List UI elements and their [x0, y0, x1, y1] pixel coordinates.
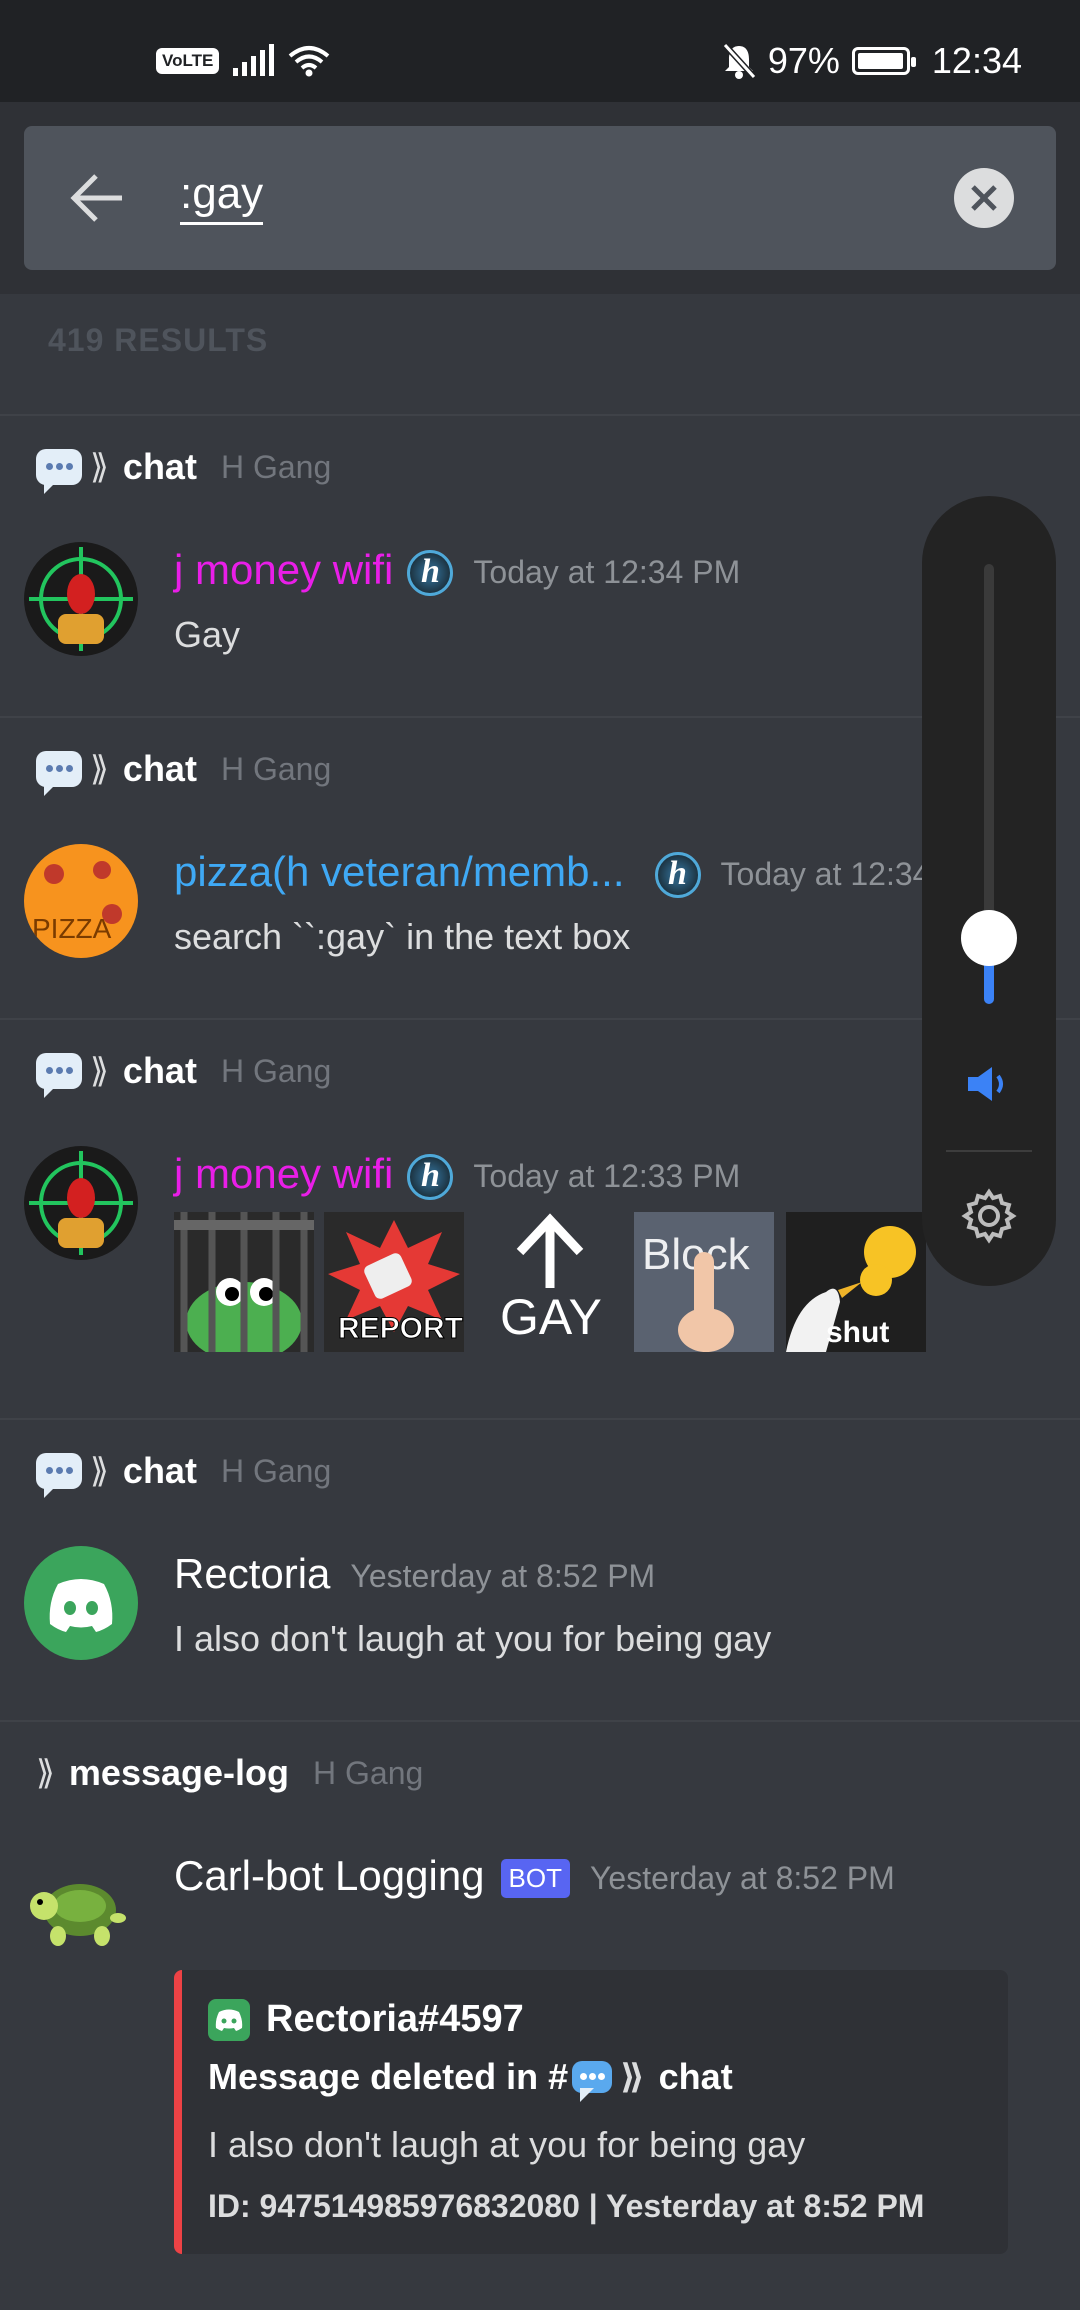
volume-slider-thumb[interactable] — [961, 910, 1017, 966]
channel-name: chat — [122, 1450, 197, 1491]
log-embed: Rectoria#4597 Message deleted in # ⟫ cha… — [174, 1970, 1008, 2254]
author-line: Rectoria Yesterday at 8:52 PM — [174, 1550, 655, 1598]
speaker-icon[interactable] — [966, 1064, 1012, 1104]
embed-title-channel[interactable]: chat — [659, 2056, 733, 2098]
embed-title: Message deleted in # ⟫ chat — [208, 2056, 733, 2102]
author-name[interactable]: pizza(h veteran/memb... — [174, 848, 625, 895]
speech-bubble-icon — [36, 1053, 82, 1098]
volume-divider — [946, 1150, 1032, 1152]
result-channel-header: ⟫ chat H Gang — [36, 1450, 332, 1498]
channel-name: chat — [122, 748, 197, 789]
arrow-left-icon[interactable] — [68, 172, 128, 224]
avatar[interactable] — [24, 1146, 138, 1260]
sticker-caption: REPORT — [337, 1312, 464, 1346]
block-sticker[interactable]: Block — [634, 1212, 774, 1352]
avatar[interactable] — [24, 1848, 138, 1962]
author-name[interactable]: j money wifi — [174, 546, 393, 593]
avatar[interactable] — [24, 542, 138, 656]
result-channel-header: ⟫ chat H Gang — [36, 1050, 332, 1098]
author-name[interactable]: j money wifi — [174, 1150, 393, 1197]
search-header: :gay — [0, 102, 1080, 294]
status-bar: VoLTE 97% 12:34 — [0, 0, 1080, 102]
server-name: H Gang — [220, 448, 332, 485]
discord-logo-icon — [49, 1579, 113, 1632]
speech-bubble-icon — [36, 1453, 82, 1498]
author-name[interactable]: Carl-bot Logging — [174, 1852, 485, 1899]
timestamp: Today at 12:33 PM — [473, 1158, 741, 1195]
author-line: j money wifi h Today at 12:33 PM — [174, 1150, 740, 1200]
avatar[interactable]: PIZZA — [24, 844, 138, 958]
message-text: search ``:gay` in the text box — [174, 916, 631, 957]
embed-description: I also don't laugh at you for being gay — [208, 2124, 806, 2165]
chevron-icon: ⟫ — [90, 1052, 109, 1090]
sticker-caption: shut — [826, 1316, 890, 1349]
author-line: Carl-bot Logging BOT Yesterday at 8:52 PM — [174, 1852, 895, 1900]
message-text: Gay — [174, 614, 241, 655]
author-name[interactable]: Rectoria — [174, 1550, 330, 1597]
message-text: I also don't laugh at you for being gay — [174, 1618, 772, 1659]
h-badge-icon: h — [407, 549, 454, 596]
result-channel-header: ⟫ chat H Gang — [36, 748, 332, 796]
chevron-icon: ⟫ — [90, 750, 109, 788]
speech-bubble-icon — [36, 751, 82, 796]
search-result[interactable]: ⟫ chat H Gang j money wifi h Today at 12:3… — [0, 418, 1080, 718]
battery-percent: 97% — [767, 40, 840, 81]
turtle-icon — [30, 1884, 126, 1946]
report-sticker[interactable]: REPORT — [324, 1212, 464, 1352]
wifi-icon — [289, 46, 330, 77]
close-icon — [971, 185, 997, 211]
chevron-icon: ⟫ — [620, 2058, 645, 2096]
sticker-caption: GAY — [500, 1289, 602, 1345]
h-badge-icon: h — [407, 1153, 454, 1200]
up-arrow-gay-sticker[interactable]: GAY — [480, 1212, 620, 1352]
server-name: H Gang — [220, 1052, 332, 1089]
results-header: 419 RESULTS — [0, 294, 1080, 416]
h-badge-icon: h — [654, 851, 701, 898]
channel-name: message-log — [68, 1752, 289, 1793]
author-line: pizza(h veteran/memb... h Today at 12:34 P… — [174, 848, 987, 898]
volte-indicator: VoLTE — [156, 48, 220, 74]
timestamp: Today at 12:34 PM — [473, 554, 741, 591]
search-box[interactable]: :gay — [24, 126, 1056, 270]
clear-search-button[interactable] — [954, 168, 1014, 228]
signal-icon — [233, 44, 275, 76]
jail-pepe-sticker[interactable] — [174, 1212, 314, 1352]
result-channel-header: ⟫ chat H Gang — [36, 446, 332, 494]
search-result[interactable]: ⟫ chat H Gang Rectoria Yesterday at 8:52 … — [0, 1422, 1080, 1722]
channel-name: chat — [122, 446, 197, 487]
battery-icon — [851, 47, 916, 75]
chevron-icon: ⟫ — [90, 1452, 109, 1490]
server-name: H Gang — [313, 1754, 424, 1791]
author-line: j money wifi h Today at 12:34 PM — [174, 546, 740, 596]
search-result[interactable]: ⟫ chat H Gang j money wifi h Today at 12:3… — [0, 1022, 1080, 1420]
search-input[interactable]: :gay — [180, 168, 264, 225]
timestamp: Yesterday at 8:52 PM — [589, 1860, 895, 1897]
chevron-icon: ⟫ — [36, 1754, 55, 1792]
speech-bubble-icon — [36, 449, 82, 494]
server-name: H Gang — [220, 750, 332, 787]
svg-text:PIZZA: PIZZA — [32, 913, 112, 944]
search-result[interactable]: ⟫ chat H Gang PIZZA pizza(h veteran/memb… — [0, 720, 1080, 1020]
volume-overlay — [922, 496, 1056, 1286]
result-channel-header: ⟫ message-log H Gang — [36, 1752, 423, 1794]
timestamp: Yesterday at 8:52 PM — [350, 1558, 656, 1595]
gear-icon[interactable] — [959, 1186, 1019, 1246]
speech-bubble-icon — [572, 2061, 613, 2102]
chevron-icon: ⟫ — [90, 448, 109, 486]
clock: 12:34 — [931, 40, 1022, 81]
bell-muted-icon — [722, 43, 756, 79]
shut-bird-sticker[interactable]: shut — [786, 1212, 926, 1352]
discord-logo-icon — [208, 1998, 250, 2041]
channel-name: chat — [122, 1050, 197, 1091]
embed-author[interactable]: Rectoria#4597 — [266, 1998, 524, 2041]
embed-title-prefix: Message deleted in # — [208, 2056, 569, 2097]
embed-footer: ID: 947514985976832080 | Yesterday at 8:… — [208, 2188, 925, 2224]
avatar[interactable] — [24, 1546, 138, 1660]
server-name: H Gang — [220, 1452, 332, 1489]
results-count: 419 RESULTS — [48, 322, 269, 358]
bot-tag: BOT — [500, 1859, 570, 1899]
